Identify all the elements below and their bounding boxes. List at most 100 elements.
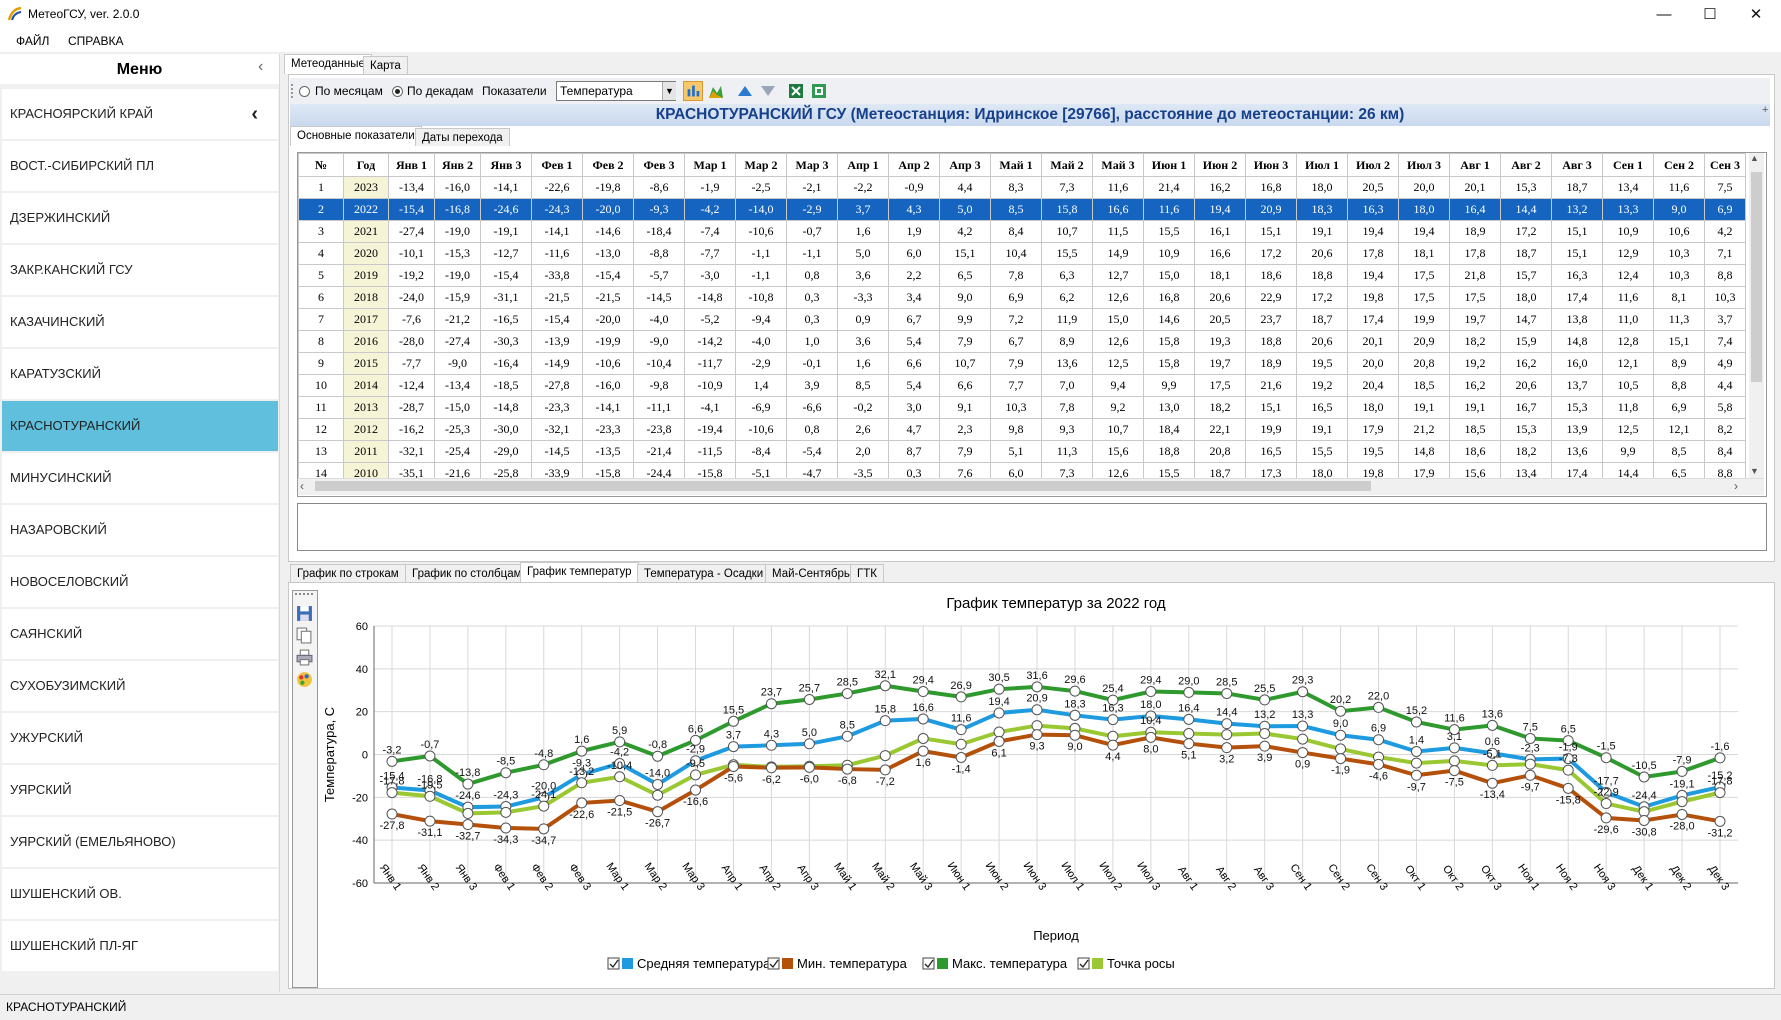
table-row[interactable]: 6 2018 -24,0 -15,9 -31,1 -21,5 -21,5 -14,5 -14,8…: [298, 286, 1746, 309]
column-header[interactable]: Янв 3: [480, 153, 532, 177]
sidebar-item[interactable]: УЯРСКИЙ (ЕМЕЛЬЯНОВО): [2, 817, 278, 867]
notes-box[interactable]: [297, 503, 1767, 551]
scroll-right-icon[interactable]: ›: [1734, 479, 1738, 493]
horizontal-scroll-thumb[interactable]: [315, 481, 1371, 491]
chevron-down-icon[interactable]: ▼: [662, 82, 676, 100]
table-cell: -20,0: [582, 308, 634, 331]
column-header[interactable]: Май 2: [1041, 153, 1093, 177]
table-row[interactable]: 12 2012 -16,2 -25,3 -30,0 -32,1 -23,3 -23,8 -19,…: [298, 418, 1746, 441]
column-header[interactable]: Июл 3: [1398, 153, 1450, 177]
table-row[interactable]: 13 2011 -32,1 -25,4 -29,0 -14,5 -13,5 -21,4 -11,…: [298, 440, 1746, 463]
x-tick-label: Май 3: [907, 861, 934, 893]
column-header[interactable]: Мар 3: [786, 153, 838, 177]
column-header[interactable]: Год: [343, 153, 389, 177]
tab-meteodata[interactable]: Метеоданные: [284, 54, 372, 74]
column-header[interactable]: Авг 3: [1551, 153, 1603, 177]
maximize-button[interactable]: ☐: [1687, 0, 1733, 30]
scroll-left-icon[interactable]: ‹: [300, 479, 304, 493]
column-header[interactable]: Сен 3: [1704, 153, 1746, 177]
column-header[interactable]: Июн 1: [1143, 153, 1195, 177]
chart-tab[interactable]: График температур: [520, 562, 639, 582]
minimize-button[interactable]: —: [1641, 0, 1687, 30]
column-header[interactable]: Апр 3: [939, 153, 991, 177]
pin-icon[interactable]: +: [1762, 104, 1768, 116]
save-icon[interactable]: [296, 605, 313, 622]
column-header[interactable]: Май 1: [990, 153, 1042, 177]
column-header[interactable]: Янв 1: [388, 153, 435, 177]
table-row[interactable]: 8 2016 -28,0 -27,4 -30,3 -13,9 -19,9 -9,0 -14,2-…: [298, 330, 1746, 353]
sidebar-item[interactable]: САЯНСКИЙ: [2, 609, 278, 659]
sidebar-item[interactable]: НАЗАРОВСКИЙ: [2, 505, 278, 555]
column-header[interactable]: Июн 2: [1194, 153, 1246, 177]
radio-months[interactable]: [299, 86, 310, 97]
column-header[interactable]: №: [298, 153, 344, 177]
area-chart-icon[interactable]: [706, 81, 726, 101]
table-row[interactable]: 3 2021 -27,4 -19,0 -19,1 -14,1 -14,6 -18,4 -7,4-…: [298, 220, 1746, 243]
table-row[interactable]: 7 2017 -7,6 -21,2 -16,5 -15,4 -20,0 -4,0 -5,2 -9,…: [298, 308, 1746, 331]
column-header[interactable]: Авг 2: [1500, 153, 1552, 177]
sidebar-item[interactable]: ЗАКР.КАНСКИЙ ГСУ: [2, 245, 278, 295]
chart-tab[interactable]: График по строкам: [290, 564, 406, 582]
column-header[interactable]: Апр 2: [888, 153, 940, 177]
sidebar-item[interactable]: ШУШЕНСКИЙ ПЛ-ЯГ: [2, 921, 278, 971]
copy-icon[interactable]: [296, 627, 313, 644]
sidebar-item[interactable]: ВОСТ.-СИБИРСКИЙ ПЛ: [2, 141, 278, 191]
tab-map[interactable]: Карта: [363, 56, 408, 74]
table-row[interactable]: 4 2020 -10,1 -15,3 -12,7 -11,6 -13,0 -8,8 -7,7 -1…: [298, 242, 1746, 265]
column-header[interactable]: Фев 1: [531, 153, 583, 177]
column-header[interactable]: Июл 1: [1296, 153, 1348, 177]
vertical-scroll-thumb[interactable]: [1751, 172, 1762, 382]
chart-tab[interactable]: Май-Сентябрь: [765, 564, 857, 582]
column-header[interactable]: Фев 3: [633, 153, 685, 177]
sidebar-item[interactable]: СУХОБУЗИМСКИЙ: [2, 661, 278, 711]
column-header[interactable]: Сен 1: [1602, 153, 1654, 177]
excel-export-icon[interactable]: [786, 81, 806, 101]
column-header[interactable]: Сен 2: [1653, 153, 1705, 177]
sidebar-item[interactable]: КАРАТУЗСКИЙ: [2, 349, 278, 399]
bar-chart-icon[interactable]: [683, 81, 703, 101]
table-row[interactable]: 10 2014 -12,4 -13,4 -18,5 -27,8 -16,0 -9,8 -10,9…: [298, 374, 1746, 397]
sidebar-item[interactable]: ДЗЕРЖИНСКИЙ: [2, 193, 278, 243]
tab-main-indicators[interactable]: Основные показатели: [290, 126, 422, 146]
chart-tab[interactable]: График по столбцам: [405, 564, 529, 582]
column-header[interactable]: Фев 2: [582, 153, 634, 177]
chevron-left-icon[interactable]: ‹: [251, 89, 258, 139]
column-header[interactable]: Июн 3: [1245, 153, 1297, 177]
sort-down-icon[interactable]: [758, 81, 778, 101]
collapse-sidebar-icon[interactable]: ‹: [258, 58, 263, 76]
column-header[interactable]: Мар 2: [735, 153, 787, 177]
tab-transition-dates[interactable]: Даты перехода: [415, 128, 510, 146]
column-header[interactable]: Авг 1: [1449, 153, 1501, 177]
sidebar-item[interactable]: ШУШЕНСКИЙ ОВ.: [2, 869, 278, 919]
scroll-down-icon[interactable]: ▼: [1750, 466, 1759, 476]
menu-help[interactable]: СПРАВКА: [68, 34, 124, 48]
sidebar-item[interactable]: НОВОСЕЛОВСКИЙ: [2, 557, 278, 607]
sort-up-icon[interactable]: [735, 81, 755, 101]
table-row[interactable]: 2 2022 -15,4 -16,8 -24,6 -24,3 -20,0 -9,3 -4,2 -1…: [298, 198, 1746, 221]
table-row[interactable]: 11 2013 -28,7 -15,0 -14,8 -23,3 -14,1 -11,1 -4,1…: [298, 396, 1746, 419]
column-header[interactable]: Апр 1: [837, 153, 889, 177]
chart-tab[interactable]: Температура - Осадки: [637, 564, 771, 582]
sidebar-item[interactable]: УЖУРСКИЙ: [2, 713, 278, 763]
print-icon[interactable]: [296, 649, 313, 666]
column-header[interactable]: Мар 1: [684, 153, 736, 177]
table-row[interactable]: 9 2015 -7,7 -9,0 -16,4 -14,9 -10,6 -10,4 -11,7 -2…: [298, 352, 1746, 375]
sidebar-item[interactable]: УЯРСКИЙ: [2, 765, 278, 815]
close-button[interactable]: ✕: [1733, 0, 1779, 30]
table-cell: 21,2: [1398, 418, 1450, 441]
palette-icon[interactable]: [296, 671, 313, 688]
sidebar-item[interactable]: КРАСНОТУРАНСКИЙ: [2, 401, 278, 451]
table-row[interactable]: 5 2019 -19,2 -19,0 -15,4 -33,8 -15,4 -5,7 -3,0 -1…: [298, 264, 1746, 287]
excel-import-icon[interactable]: [809, 81, 829, 101]
sidebar-item[interactable]: КАЗАЧИНСКИЙ: [2, 297, 278, 347]
column-header[interactable]: Июл 2: [1347, 153, 1399, 177]
column-header[interactable]: Май 3: [1092, 153, 1144, 177]
menu-file[interactable]: ФАЙЛ: [16, 34, 49, 48]
radio-decades[interactable]: [392, 86, 403, 97]
scroll-up-icon[interactable]: ▲: [1750, 153, 1759, 163]
column-header[interactable]: Янв 2: [434, 153, 481, 177]
sidebar-item[interactable]: КРАСНОЯРСКИЙ КРАЙ ‹: [2, 89, 278, 139]
table-row[interactable]: 1 2023 -13,4 -16,0 -14,1 -22,6 -19,8 -8,6 -1,9 -2…: [298, 176, 1746, 199]
sidebar-item[interactable]: МИНУСИНСКИЙ: [2, 453, 278, 503]
chart-tab[interactable]: ГТК: [850, 564, 884, 582]
